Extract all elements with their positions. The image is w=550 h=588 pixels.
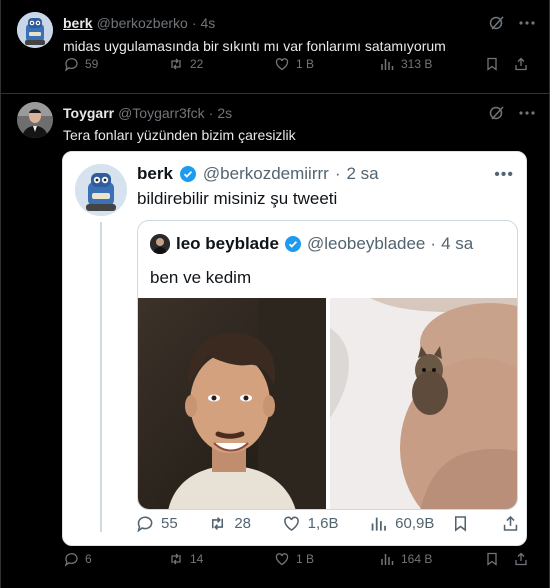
views-icon <box>371 517 387 531</box>
like-count: 1 B <box>296 552 315 566</box>
quoted-timestamp: 4 sa <box>441 234 474 253</box>
bookmark-icon <box>487 552 497 566</box>
share-icon <box>515 552 527 566</box>
view-count: 313 B <box>401 57 433 71</box>
retweet-icon <box>171 553 181 565</box>
profile-photo-icon <box>17 102 53 138</box>
embedded-reply-count: 55 <box>161 515 178 532</box>
tweet-header: berk @berkozberko · 4s <box>63 15 215 31</box>
quoted-handle: @leobeybladee <box>306 234 426 253</box>
embedded-view-count: 60,9B <box>395 515 435 532</box>
tweet-top-actions <box>488 14 536 32</box>
embedded-tweet-screenshot[interactable]: berk @berkozdemiirrr · 2 sa ••• bildireb… <box>62 151 527 546</box>
embedded-views: 60,9B <box>369 514 470 533</box>
quoted-header: leo beyblade @leobeybladee · 4 sa <box>176 234 473 254</box>
share-icon <box>515 57 527 71</box>
verified-badge-icon <box>179 166 196 182</box>
embedded-header: berk @berkozdemiirrr · 2 sa <box>137 164 379 184</box>
quoted-avatar <box>150 234 170 254</box>
heart-icon <box>275 553 289 566</box>
avatar[interactable] <box>17 12 53 48</box>
views-icon <box>381 554 394 565</box>
bookmark-icon <box>455 516 467 532</box>
embedded-more-icon: ••• <box>494 166 514 183</box>
embedded-share <box>501 514 520 533</box>
quoted-text: ben ve kedim <box>150 268 252 287</box>
views-button[interactable]: 313 B <box>379 56 432 72</box>
bookmark-icon <box>487 57 497 71</box>
user-handle[interactable]: @berkozberko <box>97 15 188 31</box>
embedded-like: 1,6B <box>282 514 339 533</box>
quoted-display-name: leo beyblade <box>176 234 279 253</box>
grok-icon[interactable] <box>488 104 506 122</box>
bookmark-button[interactable] <box>484 56 500 72</box>
separator: · <box>208 105 214 121</box>
reply-button[interactable]: 6 <box>63 551 92 567</box>
like-count: 1 B <box>296 57 315 71</box>
separator: · <box>334 164 341 183</box>
reply-icon <box>137 516 153 533</box>
embedded-timestamp: 2 sa <box>346 164 379 183</box>
embedded-display-name: berk <box>137 164 173 183</box>
share-icon <box>503 515 518 531</box>
reply-count: 6 <box>85 552 92 566</box>
embedded-reply: 55 <box>135 514 178 533</box>
display-name[interactable]: berk <box>63 15 93 31</box>
embedded-avatar <box>75 164 127 216</box>
reply-count: 59 <box>85 57 99 71</box>
mater-avatar-icon <box>75 164 127 216</box>
embedded-like-count: 1,6B <box>307 515 339 532</box>
retweet-button[interactable]: 22 <box>168 56 203 72</box>
timestamp[interactable]: 2s <box>217 105 232 121</box>
embedded-retweet: 28 <box>208 514 251 533</box>
embedded-text: bildirebilir misiniz şu tweeti <box>137 189 338 208</box>
cat-photo <box>330 298 517 509</box>
like-button[interactable]: 1 B <box>274 56 314 72</box>
more-icon[interactable] <box>518 104 536 122</box>
grok-icon[interactable] <box>488 14 506 32</box>
retweet-count: 22 <box>190 57 204 71</box>
separator: · <box>430 234 437 253</box>
reply-icon <box>64 553 78 567</box>
mater-avatar-icon <box>17 12 53 48</box>
avatar[interactable] <box>17 102 53 138</box>
view-count: 164 B <box>401 552 433 566</box>
like-button[interactable]: 1 B <box>274 551 314 567</box>
user-handle[interactable]: @Toygarr3fck <box>118 105 205 121</box>
verified-badge-icon <box>284 236 301 252</box>
views-button[interactable]: 164 B <box>379 551 432 567</box>
share-button[interactable] <box>513 56 529 72</box>
reply-icon <box>64 58 78 72</box>
retweet-count: 14 <box>190 552 204 566</box>
timestamp[interactable]: 4s <box>201 15 216 31</box>
embedded-handle: @berkozdemiirrr <box>202 164 329 183</box>
profile-photo-icon <box>150 234 170 254</box>
thread-line <box>100 222 102 532</box>
heart-icon <box>275 58 289 71</box>
tweet-berk[interactable]: berk @berkozberko · 4s midas uygulamasın… <box>1 0 550 93</box>
tweet-top-actions <box>488 104 536 122</box>
reply-button[interactable]: 59 <box>63 56 98 72</box>
more-icon[interactable] <box>518 14 536 32</box>
selfie-photo <box>138 298 326 509</box>
embedded-actions: 55 28 1,6B 60,9B <box>135 514 520 533</box>
retweet-button[interactable]: 14 <box>168 551 203 567</box>
views-icon <box>381 59 394 70</box>
display-name[interactable]: Toygarr <box>63 105 114 121</box>
tweet-text: midas uygulamasında bir sıkıntı mı var f… <box>63 38 446 54</box>
embedded-retweet-count: 28 <box>234 515 252 532</box>
tweet-text: Tera fonları yüzünden bizim çaresizlik <box>63 127 296 143</box>
quoted-tweet: leo beyblade @leobeybladee · 4 sa ben ve… <box>137 220 518 510</box>
tweet-header: Toygarr @Toygarr3fck · 2s <box>63 105 232 121</box>
retweet-icon <box>171 58 181 70</box>
retweet-icon <box>212 517 224 530</box>
timeline-column: berk @berkozberko · 4s midas uygulamasın… <box>0 0 550 588</box>
share-button[interactable] <box>513 551 529 567</box>
separator: · <box>191 15 197 31</box>
heart-icon <box>283 516 299 531</box>
bookmark-button[interactable] <box>484 551 500 567</box>
